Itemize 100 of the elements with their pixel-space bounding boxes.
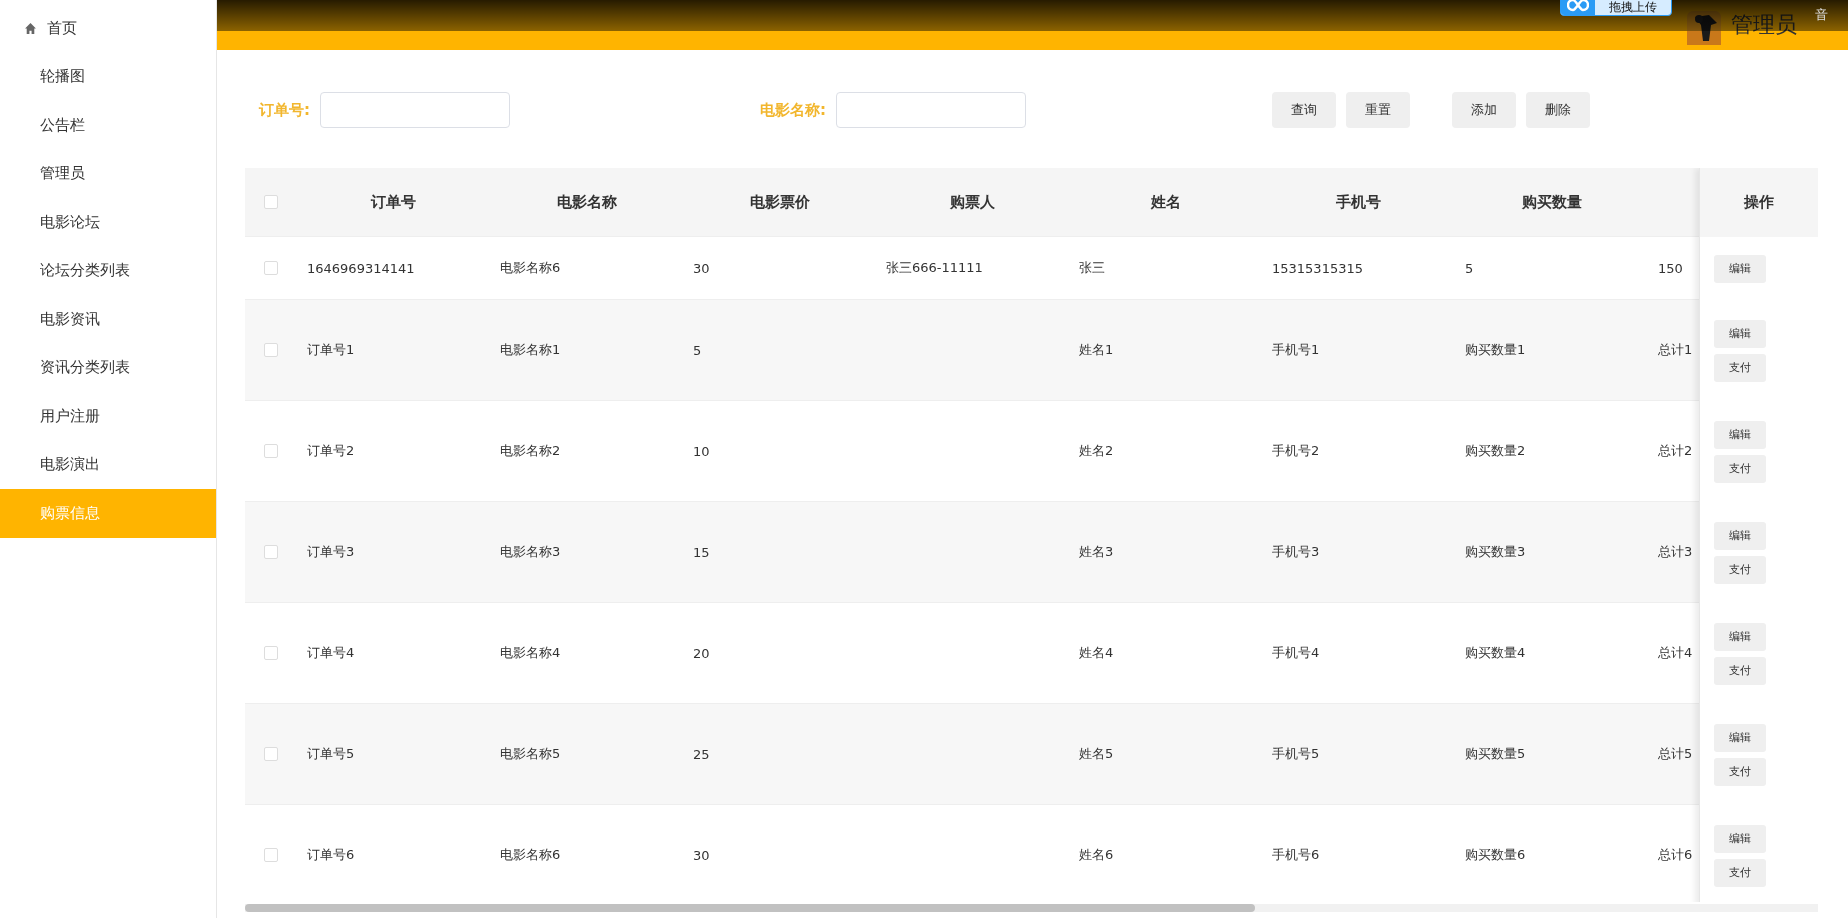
link-icon: [1561, 0, 1595, 15]
column-header[interactable]: 电影票价: [749, 192, 810, 211]
sidebar-item[interactable]: 公告栏: [0, 101, 216, 150]
column-header[interactable]: 姓名: [1150, 192, 1181, 211]
sidebar-item[interactable]: 资讯分类列表: [0, 343, 216, 392]
checkbox[interactable]: [264, 195, 278, 209]
sidebar-item[interactable]: 论坛分类列表: [0, 246, 216, 295]
row-action-button[interactable]: 编辑: [1714, 521, 1766, 550]
table-cell: 电影名称2: [500, 443, 561, 458]
table-cell: 手机号4: [1272, 645, 1320, 660]
table-cell: 1646969314141: [307, 260, 415, 276]
row-action-button[interactable]: 支付: [1714, 555, 1766, 584]
table-cell: 总计3: [1658, 544, 1693, 559]
table-cell: 15: [693, 544, 710, 560]
action-button[interactable]: 查询: [1272, 92, 1336, 128]
table-cell: 手机号6: [1272, 847, 1320, 862]
table-cell: 150: [1658, 260, 1683, 276]
table-cell: 订单号2: [307, 443, 355, 458]
table-cell: 电影名称4: [500, 645, 561, 660]
field-label: 电影名称:: [760, 100, 826, 120]
table-cell: 总计2: [1658, 443, 1693, 458]
search-field[interactable]: [320, 92, 510, 128]
table-cell: 张三666-11111: [886, 260, 983, 275]
table-cell: 20: [693, 645, 710, 661]
table-cell: 手机号1: [1272, 342, 1320, 357]
table-cell: 5: [1465, 260, 1474, 276]
table-cell: 姓名5: [1079, 746, 1114, 761]
table-cell: 电影名称6: [500, 260, 561, 275]
table-cell: 30: [693, 260, 710, 276]
table-cell: 订单号5: [307, 746, 355, 761]
action-button[interactable]: 重置: [1346, 92, 1410, 128]
checkbox[interactable]: [264, 261, 278, 275]
table-cell: 订单号6: [307, 847, 355, 862]
action-button[interactable]: 添加: [1452, 92, 1516, 128]
sidebar-item[interactable]: 管理员: [0, 149, 216, 198]
checkbox[interactable]: [264, 343, 278, 357]
table-cell: 姓名6: [1079, 847, 1114, 862]
table-cell: 购买数量5: [1465, 746, 1526, 761]
table-cell: 手机号2: [1272, 443, 1320, 458]
table-cell: 姓名4: [1079, 645, 1114, 660]
table-cell: 订单号3: [307, 544, 355, 559]
sidebar-item[interactable]: 用户注册: [0, 392, 216, 441]
upload-button[interactable]: 拖拽上传: [1560, 0, 1672, 16]
row-action-button[interactable]: 编辑: [1714, 319, 1766, 348]
table-cell: 购买数量2: [1465, 443, 1526, 458]
row-action-button[interactable]: 编辑: [1714, 824, 1766, 853]
row-action-button[interactable]: 支付: [1714, 353, 1766, 382]
row-action-button[interactable]: 支付: [1714, 858, 1766, 887]
table-cell: 购买数量4: [1465, 645, 1526, 660]
checkbox[interactable]: [264, 545, 278, 559]
column-header[interactable]: 购票人: [950, 192, 995, 211]
table-cell: 姓名2: [1079, 443, 1114, 458]
sidebar-item[interactable]: 轮播图: [0, 52, 216, 101]
table-cell: 电影名称1: [500, 342, 561, 357]
table-cell: 订单号1: [307, 342, 355, 357]
table-cell: 手机号5: [1272, 746, 1320, 761]
table-cell: 订单号4: [307, 645, 355, 660]
checkbox[interactable]: [264, 444, 278, 458]
row-action-button[interactable]: 支付: [1714, 656, 1766, 685]
table-cell: 总计5: [1658, 746, 1693, 761]
action-button[interactable]: 删除: [1526, 92, 1590, 128]
table-cell: 购买数量1: [1465, 342, 1526, 357]
sidebar-item[interactable]: 电影论坛: [0, 198, 216, 247]
row-action-button[interactable]: 编辑: [1714, 420, 1766, 449]
sidebar-item[interactable]: 电影资讯: [0, 295, 216, 344]
table-cell: 15315315315: [1272, 260, 1363, 276]
checkbox[interactable]: [264, 646, 278, 660]
row-action-button[interactable]: 编辑: [1714, 254, 1766, 283]
header-text: 音: [1815, 6, 1828, 24]
row-action-button[interactable]: 编辑: [1714, 622, 1766, 651]
search-field[interactable]: [836, 92, 1026, 128]
table-cell: 5: [693, 342, 702, 358]
table-cell: 购买数量3: [1465, 544, 1526, 559]
table-cell: 总计4: [1658, 645, 1693, 660]
table-cell: 电影名称3: [500, 544, 561, 559]
field-label: 订单号:: [259, 100, 310, 120]
table-cell: 姓名3: [1079, 544, 1114, 559]
row-action-button[interactable]: 支付: [1714, 454, 1766, 483]
column-header[interactable]: 手机号: [1336, 192, 1381, 211]
table-cell: 手机号3: [1272, 544, 1320, 559]
table-cell: 电影名称6: [500, 847, 561, 862]
column-header[interactable]: 购买数量: [1521, 192, 1582, 211]
sidebar-item[interactable]: 电影演出: [0, 440, 216, 489]
column-header: 操作: [1744, 193, 1774, 212]
sidebar-item[interactable]: 首页: [0, 4, 216, 53]
scrollbar[interactable]: [245, 904, 1255, 912]
row-action-button[interactable]: 编辑: [1714, 723, 1766, 752]
table-cell: 总计1: [1658, 342, 1693, 357]
checkbox[interactable]: [264, 848, 278, 862]
table-cell: 购买数量6: [1465, 847, 1526, 862]
checkbox[interactable]: [264, 747, 278, 761]
column-header[interactable]: 订单号: [371, 192, 416, 211]
table-cell: 25: [693, 746, 710, 762]
table-cell: 30: [693, 847, 710, 863]
table-cell: 张三: [1079, 260, 1105, 275]
table-cell: 电影名称5: [500, 746, 561, 761]
row-action-button[interactable]: 支付: [1714, 757, 1766, 786]
table-cell: 总计6: [1658, 847, 1693, 862]
column-header[interactable]: 电影名称: [556, 192, 617, 211]
table-cell: 10: [693, 443, 710, 459]
